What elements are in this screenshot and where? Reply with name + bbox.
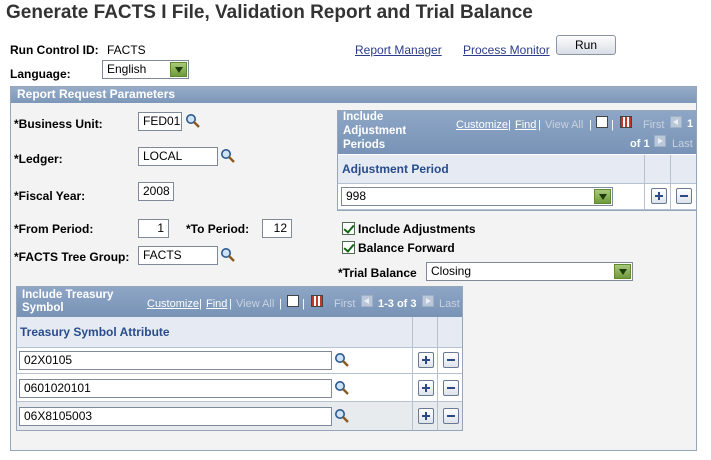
treasury-symbol-input[interactable]: 06X8105003 bbox=[19, 407, 332, 426]
tr-sep-4: | bbox=[302, 298, 305, 310]
trial-balance-select[interactable]: Closing bbox=[426, 262, 633, 281]
language-value: English bbox=[107, 62, 147, 76]
adj-prev-icon[interactable] bbox=[670, 116, 682, 128]
from-period-label: *From Period: bbox=[14, 222, 94, 236]
run-control-value: FACTS bbox=[107, 43, 146, 57]
fiscal-year-input[interactable]: 2008 bbox=[138, 182, 174, 201]
business-unit-input[interactable]: FED01 bbox=[138, 112, 182, 131]
treasury-grid-title: Include Treasury Symbol bbox=[22, 289, 114, 314]
fiscal-year-label: *Fiscal Year: bbox=[14, 189, 86, 203]
adj-sep-2: | bbox=[538, 119, 541, 131]
include-adjustments-label: Include Adjustments bbox=[358, 222, 476, 236]
facts-tree-group-label: *FACTS Tree Group: bbox=[14, 250, 130, 264]
adj-view-all[interactable]: View All bbox=[545, 119, 583, 131]
to-period-label: *To Period: bbox=[186, 222, 250, 236]
dropdown-arrow-icon bbox=[614, 264, 631, 279]
treasury-add-row-button[interactable] bbox=[418, 380, 434, 396]
run-button[interactable]: Run bbox=[556, 35, 616, 55]
treasury-last[interactable]: Last bbox=[439, 298, 460, 310]
from-period-input[interactable]: 1 bbox=[138, 219, 169, 238]
treasury-symbol-lookup-icon[interactable] bbox=[334, 380, 349, 395]
tr-sep-3: | bbox=[279, 298, 282, 310]
balance-forward-label: Balance Forward bbox=[358, 241, 455, 255]
adj-add-row-button[interactable] bbox=[651, 188, 667, 204]
adj-last[interactable]: Last bbox=[672, 138, 693, 150]
adj-customize-link[interactable]: Customize bbox=[456, 119, 508, 131]
facts-tree-group-input[interactable]: FACTS bbox=[138, 246, 218, 265]
adjustment-period-select[interactable]: 998 bbox=[341, 187, 613, 206]
dropdown-arrow-icon bbox=[170, 62, 187, 77]
ledger-lookup-icon[interactable] bbox=[220, 148, 235, 163]
adj-next-icon[interactable] bbox=[654, 135, 666, 147]
treasury-find-link[interactable]: Find bbox=[206, 298, 227, 310]
adj-range-of: of 1 bbox=[630, 138, 650, 150]
run-control-label: Run Control ID: bbox=[10, 43, 99, 57]
business-unit-lookup-icon[interactable] bbox=[185, 113, 200, 128]
adjustment-periods-title: Include Adjustment Periods bbox=[343, 111, 407, 151]
business-unit-label: *Business Unit: bbox=[14, 117, 103, 131]
treasury-view-all[interactable]: View All bbox=[236, 298, 274, 310]
column-divider bbox=[412, 347, 413, 430]
process-monitor-link[interactable]: Process Monitor bbox=[463, 43, 550, 57]
tr-sep-1: | bbox=[199, 298, 202, 310]
adj-sep-4: | bbox=[611, 119, 614, 131]
treasury-customize-link[interactable]: Customize bbox=[147, 298, 199, 310]
treasury-range: 1-3 of 3 bbox=[378, 298, 417, 310]
treasury-first[interactable]: First bbox=[334, 298, 355, 310]
ledger-input[interactable]: LOCAL bbox=[138, 147, 218, 166]
facts-tree-group-lookup-icon[interactable] bbox=[220, 247, 235, 262]
adj-delete-row-button[interactable] bbox=[676, 188, 692, 204]
treasury-delete-row-button[interactable] bbox=[443, 408, 459, 424]
download-spreadsheet-icon[interactable] bbox=[620, 116, 632, 128]
download-spreadsheet-icon[interactable] bbox=[311, 295, 323, 307]
tr-sep-2: | bbox=[229, 298, 232, 310]
treasury-symbol-lookup-icon[interactable] bbox=[334, 352, 349, 367]
adjustment-period-value: 998 bbox=[346, 189, 367, 203]
trial-balance-label: *Trial Balance bbox=[338, 266, 417, 280]
column-divider bbox=[670, 155, 671, 210]
language-select[interactable]: English bbox=[102, 60, 189, 79]
column-divider bbox=[437, 317, 438, 430]
report-manager-link[interactable]: Report Manager bbox=[355, 43, 442, 57]
adj-find-link[interactable]: Find bbox=[515, 119, 536, 131]
trial-balance-value: Closing bbox=[431, 264, 472, 278]
treasury-delete-row-button[interactable] bbox=[443, 352, 459, 368]
treasury-add-row-button[interactable] bbox=[418, 352, 434, 368]
to-period-input[interactable]: 12 bbox=[262, 219, 292, 238]
include-adjustments-checkbox[interactable] bbox=[342, 222, 355, 235]
language-label: Language: bbox=[10, 67, 71, 81]
treasury-delete-row-button[interactable] bbox=[443, 380, 459, 396]
ledger-label: *Ledger: bbox=[14, 152, 63, 166]
balance-forward-checkbox[interactable] bbox=[342, 241, 355, 254]
page-title: Generate FACTS I File, Validation Report… bbox=[6, 2, 533, 23]
adj-sep-1: | bbox=[508, 119, 511, 131]
treasury-prev-icon[interactable] bbox=[361, 295, 373, 307]
adj-sep-3: | bbox=[589, 119, 592, 131]
treasury-symbol-lookup-icon[interactable] bbox=[334, 408, 349, 423]
treasury-symbol-input[interactable]: 02X0105 bbox=[19, 351, 332, 370]
treasury-next-icon[interactable] bbox=[422, 295, 434, 307]
adj-first[interactable]: First bbox=[643, 119, 664, 131]
report-request-parameters-title: Report Request Parameters bbox=[11, 87, 696, 103]
adjustment-period-column-header[interactable]: Adjustment Period bbox=[338, 155, 644, 183]
adj-range-num: 1 bbox=[687, 118, 694, 130]
treasury-symbol-attribute-column-header[interactable]: Treasury Symbol Attribute bbox=[17, 317, 412, 347]
treasury-add-row-button[interactable] bbox=[418, 408, 434, 424]
zoom-view-icon[interactable] bbox=[596, 116, 608, 128]
column-divider bbox=[644, 183, 645, 210]
dropdown-arrow-icon bbox=[594, 189, 611, 204]
zoom-view-icon[interactable] bbox=[287, 295, 299, 307]
treasury-symbol-input[interactable]: 0601020101 bbox=[19, 379, 332, 398]
